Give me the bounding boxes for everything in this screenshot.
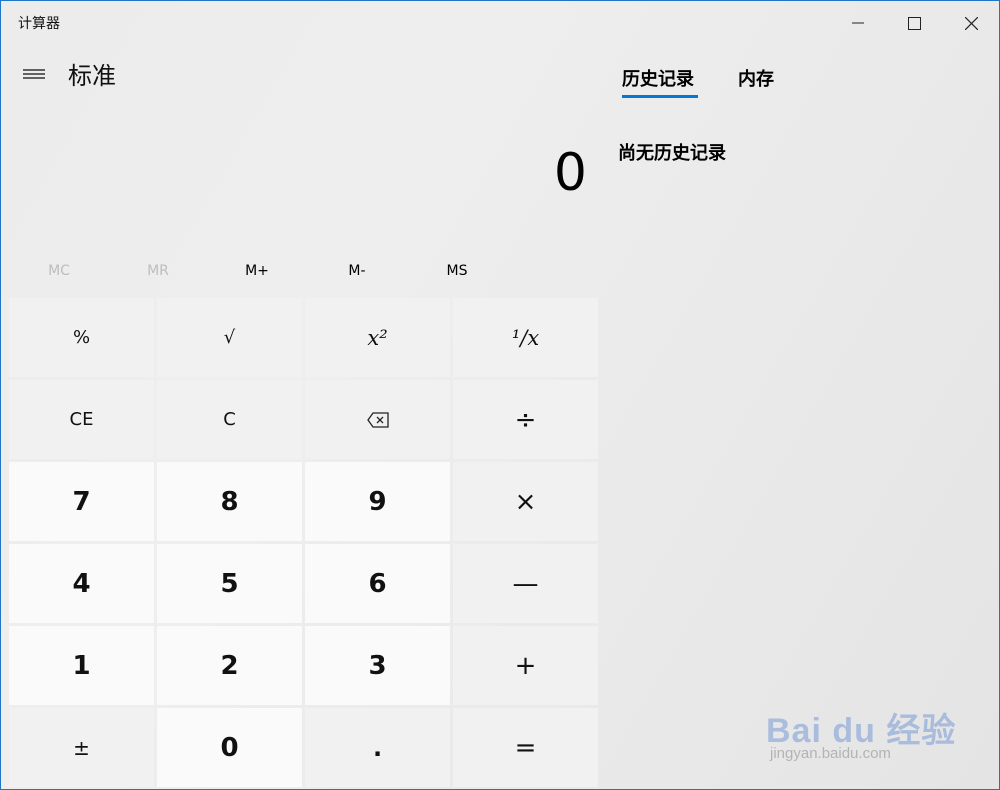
sqrt-button[interactable]: √ [157,298,302,377]
keypad: % √ x² ¹/x CE C ÷ 7 8 9 × 4 5 6 — 1 2 3 … [9,298,599,787]
digit-8-button[interactable]: 8 [157,462,302,541]
digit-7-button[interactable]: 7 [9,462,154,541]
clear-button[interactable]: C [157,380,302,459]
digit-4-button[interactable]: 4 [9,544,154,623]
negate-button[interactable]: ± [9,708,154,787]
close-icon [964,16,978,30]
multiply-button[interactable]: × [453,462,598,541]
maximize-icon [907,16,921,30]
tab-history[interactable]: 历史记录 [622,65,694,91]
backspace-icon [366,411,389,428]
memory-recall-button[interactable]: MR [108,255,208,287]
backspace-button[interactable] [305,380,450,459]
result-display: 0 [553,143,587,203]
memory-clear-button[interactable]: MC [9,255,109,287]
app-title: 计算器 [18,16,60,32]
decimal-button[interactable]: . [305,708,450,787]
clear-entry-button[interactable]: CE [9,380,154,459]
subtract-button[interactable]: — [453,544,598,623]
hamburger-menu-icon[interactable] [23,65,45,83]
digit-0-button[interactable]: 0 [157,708,302,787]
memory-store-button[interactable]: MS [407,255,507,287]
maximize-button[interactable] [886,1,942,45]
watermark-url: jingyan.baidu.com [770,745,891,762]
title-bar: 计算器 [1,1,999,45]
square-label: x² [367,325,388,350]
reciprocal-label: ¹/x [511,325,540,350]
percent-button[interactable]: % [9,298,154,377]
digit-3-button[interactable]: 3 [305,626,450,705]
history-empty-message: 尚无历史记录 [618,143,726,164]
close-button[interactable] [943,1,999,45]
equals-button[interactable]: = [453,708,598,787]
reciprocal-button[interactable]: ¹/x [453,298,598,377]
minimize-icon [852,22,864,24]
active-tab-indicator [622,95,698,98]
memory-subtract-button[interactable]: M- [307,255,407,287]
memory-add-button[interactable]: M+ [207,255,307,287]
digit-2-button[interactable]: 2 [157,626,302,705]
mode-title: 标准 [68,62,116,90]
digit-9-button[interactable]: 9 [305,462,450,541]
square-button[interactable]: x² [305,298,450,377]
digit-6-button[interactable]: 6 [305,544,450,623]
memory-row: MC MR M+ M- MS [9,255,599,287]
divide-button[interactable]: ÷ [453,380,598,459]
digit-1-button[interactable]: 1 [9,626,154,705]
add-button[interactable]: + [453,626,598,705]
baidu-watermark: Bai du 经验 jingyan.baidu.com [766,683,966,771]
minimize-button[interactable] [830,1,886,45]
tab-memory[interactable]: 内存 [738,65,774,91]
calculator-window: 计算器 标准 0 MC MR M+ M- MS % √ x² ¹/x CE C [0,0,1000,790]
digit-5-button[interactable]: 5 [157,544,302,623]
